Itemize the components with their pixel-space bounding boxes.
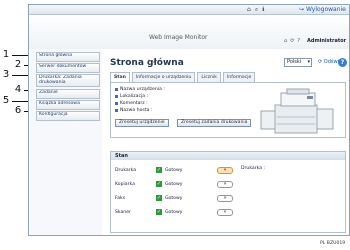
details-button[interactable]: » (217, 167, 233, 174)
device-name: Faks (115, 196, 126, 201)
refresh-icon[interactable]: ⟳ (290, 38, 294, 44)
home-icon[interactable]: ⌂ (247, 6, 251, 14)
bullet-icon (115, 109, 118, 112)
sidebar-item-address-book[interactable]: Książka adresowa (36, 100, 100, 110)
status-row: Drukarka ✓ Gotowy » (111, 164, 345, 177)
sidebar-item-home[interactable]: Strona główna (36, 52, 100, 62)
callout-number: 1 (2, 49, 10, 60)
info-item-device-name: Nazwa urządzenia : (115, 87, 165, 92)
tab-device-info[interactable]: Informacje o urządzeniu (131, 72, 196, 82)
page-title: Strona główna (110, 58, 184, 68)
status-panel: Stan Drukarka : Drukarka ✓ Gotowy » Kopi… (110, 151, 346, 233)
check-icon: ✓ (156, 195, 162, 201)
sidebar-item-document-server[interactable]: Serwer dokumentów (36, 63, 100, 73)
browser-window: ⌂ ⌕ ℹ ↪ Wylogowanie Web Image Monitor ⌂ … (28, 4, 350, 236)
status-row: Faks ✓ Gotowy » (111, 192, 345, 205)
info-label: Nazwa urządzenia : (120, 87, 165, 92)
device-state: Gotowy (165, 196, 183, 201)
callout-number: 2 (14, 59, 22, 70)
details-button[interactable]: » (217, 209, 233, 216)
check-icon: ✓ (156, 209, 162, 215)
tab-status[interactable]: Stan (110, 72, 130, 82)
sidebar-item-job[interactable]: Zadanie (36, 89, 100, 99)
details-button[interactable]: » (217, 181, 233, 188)
callout-number: 5 (2, 95, 10, 106)
device-info-panel: Nazwa urządzenia : Lokalizacja : Komenta… (110, 82, 346, 138)
language-select[interactable]: Polski ▾ (284, 58, 312, 67)
brand-name: Web Image Monitor (149, 34, 208, 41)
status-row: Kopiarka ✓ Gotowy » (111, 178, 345, 191)
tab-bar: Stan Informacje o urządzeniu Licznik Inf… (110, 72, 256, 82)
figure-code: PL BZU019 (320, 241, 346, 246)
chevron-down-icon: ▾ (307, 59, 310, 65)
device-name: Skaner (115, 210, 131, 215)
info-label: Lokalizacja : (120, 94, 149, 99)
logout-label: Wylogowanie (305, 6, 346, 13)
top-toolbar: ⌂ ⌕ ℹ ↪ Wylogowanie (29, 5, 349, 15)
reset-print-jobs-button[interactable]: Zresetuj zadania drukowania (177, 119, 252, 127)
check-icon: ✓ (156, 181, 162, 187)
bullet-icon (115, 88, 118, 91)
admin-label: Administrator (307, 38, 347, 44)
bullet-icon (115, 102, 118, 105)
device-state: Gotowy (165, 210, 183, 215)
info-item-comment: Komentarz : (115, 101, 148, 106)
reset-device-button[interactable]: Zresetuj urządzenie (115, 119, 169, 127)
main-content: Strona główna Polski ▾ ⟳ Odśwież ? Stan … (104, 49, 349, 235)
info-item-location: Lokalizacja : (115, 94, 148, 99)
device-state: Gotowy (165, 182, 183, 187)
callout-number: 4 (14, 84, 22, 95)
search-icon[interactable]: ⌕ (255, 6, 258, 14)
tab-information[interactable]: Informacje (222, 72, 256, 82)
printer-image (260, 88, 334, 134)
status-row: Skaner ✓ Gotowy » (111, 206, 345, 219)
bullet-icon (115, 95, 118, 98)
device-state: Gotowy (165, 168, 183, 173)
help-icon[interactable]: ? (297, 38, 300, 44)
language-value: Polski (287, 59, 302, 65)
device-name: Drukarka (115, 168, 137, 173)
tab-counter[interactable]: Licznik (197, 72, 221, 82)
logout-link[interactable]: ↪ Wylogowanie (299, 6, 346, 14)
header-small-icons: ⌂ ⟳ ? (284, 38, 300, 44)
toolbar-icons: ⌂ ⌕ ℹ (247, 6, 264, 14)
details-button[interactable]: » (217, 195, 233, 202)
title-bar: Web Image Monitor ⌂ ⟳ ? Administrator (29, 15, 349, 49)
callout-number: 6 (14, 105, 22, 116)
home-icon[interactable]: ⌂ (284, 38, 287, 44)
help-button[interactable]: ? (338, 58, 347, 67)
check-icon: ✓ (156, 167, 162, 173)
callout-number: 3 (2, 69, 10, 80)
info-item-host-name: Nazwa hosta : (115, 108, 152, 113)
device-name: Kopiarka (115, 182, 135, 187)
info-label: Nazwa hosta : (120, 108, 153, 113)
status-heading: Stan (111, 152, 345, 160)
info-icon[interactable]: ℹ (262, 6, 264, 14)
sidebar-item-printer-jobs[interactable]: Drukarka: Zadania drukowania (36, 74, 100, 87)
info-label: Komentarz : (120, 101, 148, 106)
sidebar: Strona główna Serwer dokumentów Drukarka… (30, 49, 102, 235)
sidebar-item-configuration[interactable]: Konfiguracja (36, 111, 100, 121)
